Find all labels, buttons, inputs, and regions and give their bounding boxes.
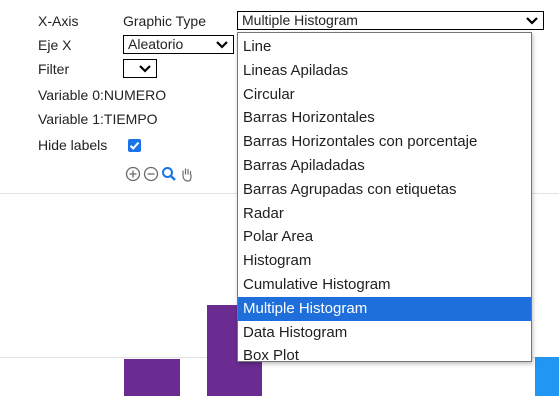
graphic-type-value: Multiple Histogram <box>242 12 358 28</box>
zoom-out-icon[interactable] <box>143 166 159 182</box>
dropdown-option[interactable]: Lineas Apiladas <box>238 59 531 83</box>
dropdown-option[interactable]: Line <box>238 35 531 59</box>
filter-select[interactable] <box>123 59 157 78</box>
hide-labels-label: Hide labels <box>38 137 108 153</box>
checkmark-icon <box>129 141 140 150</box>
eje-x-select[interactable]: Aleatorio <box>123 35 234 54</box>
pan-hand-icon[interactable] <box>179 166 195 182</box>
dropdown-option[interactable]: Box Plot <box>238 344 531 368</box>
x-axis-label: X-Axis <box>38 13 79 29</box>
graphic-type-select[interactable]: Multiple Histogram <box>237 11 544 30</box>
chevron-down-icon <box>216 41 228 49</box>
chart-bar <box>124 359 180 396</box>
dropdown-option[interactable]: Barras Horizontales con porcentaje <box>238 130 531 154</box>
dropdown-option[interactable]: Histogram <box>238 249 531 273</box>
variable1-row: Variable 1:TIEMPO <box>38 110 158 128</box>
variable1-value: TIEMPO <box>103 111 158 127</box>
variable1-label: Variable 1: <box>38 111 104 127</box>
graphic-type-label: Graphic Type <box>123 13 207 29</box>
zoom-in-icon[interactable] <box>125 166 141 182</box>
dropdown-option[interactable]: Cumulative Histogram <box>238 273 531 297</box>
dropdown-option[interactable]: Barras Agrupadas con etiquetas <box>238 178 531 202</box>
variable0-row: Variable 0:NUMERO <box>38 86 166 104</box>
chevron-down-icon <box>526 17 538 25</box>
dropdown-option[interactable]: Barras Horizontales <box>238 106 531 130</box>
variable0-value: NUMERO <box>103 87 167 103</box>
hide-labels-checkbox[interactable] <box>128 139 141 152</box>
eje-x-value: Aleatorio <box>128 36 184 52</box>
variable0-label: Variable 0: <box>38 87 104 103</box>
chevron-down-icon <box>139 65 151 73</box>
graphic-type-listbox[interactable]: Line Lineas Apiladas Circular Barras Horizo… <box>237 32 532 364</box>
dropdown-option[interactable]: Multiple Histogram <box>238 296 531 321</box>
dropdown-option[interactable]: Barras Apiladadas <box>238 154 531 178</box>
magnify-icon[interactable] <box>161 166 177 182</box>
dropdown-option[interactable]: Polar Area <box>238 225 531 249</box>
dropdown-option[interactable]: Radar <box>238 202 531 226</box>
dropdown-option[interactable]: Data Histogram <box>238 321 531 345</box>
eje-x-label: Eje X <box>38 37 72 53</box>
filter-label: Filter <box>38 61 70 77</box>
chart-bar <box>535 357 559 396</box>
dropdown-option[interactable]: Circular <box>238 83 531 107</box>
